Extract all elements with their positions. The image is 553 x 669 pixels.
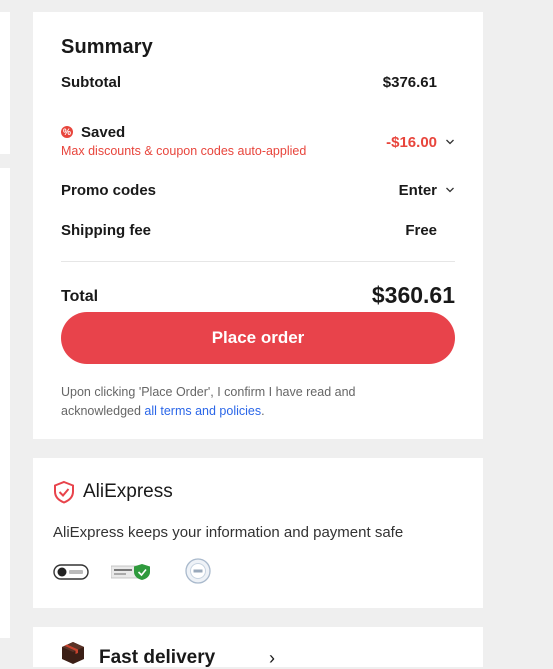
- chevron-right-icon[interactable]: ›: [269, 648, 275, 669]
- left-panel-bottom: [0, 168, 10, 638]
- shipping-fee-label: Shipping fee: [61, 222, 151, 239]
- chevron-down-icon[interactable]: [445, 185, 455, 195]
- summary-divider: [61, 261, 455, 262]
- terms-link[interactable]: all terms and policies: [144, 404, 261, 418]
- subtotal-label: Subtotal: [61, 74, 121, 91]
- saved-note: Max discounts & coupon codes auto-applie…: [61, 144, 307, 158]
- total-value: $360.61: [371, 282, 455, 308]
- secure-badge-icon: [111, 564, 150, 580]
- terms-text: Upon clicking 'Place Order', I confirm I…: [61, 383, 423, 421]
- saved-row[interactable]: % Saved Max discounts & coupon codes aut…: [61, 124, 455, 164]
- left-panel-top: [0, 12, 10, 154]
- subtotal-value: $376.61: [382, 74, 437, 91]
- subtotal-row: Subtotal $376.61: [61, 74, 455, 94]
- total-label: Total: [61, 288, 99, 305]
- saved-label: Saved: [81, 124, 126, 141]
- fast-delivery-label: Fast delivery: [99, 647, 216, 668]
- terms-suffix: .: [261, 404, 265, 418]
- total-row: Total $360.61: [61, 282, 455, 312]
- security-message: AliExpress keeps your information and pa…: [53, 524, 404, 541]
- shipping-fee-row: Shipping fee Free: [61, 222, 455, 242]
- summary-card: Summary Subtotal $376.61 % Saved Max dis…: [33, 12, 483, 439]
- promo-codes-enter[interactable]: Enter: [399, 182, 437, 199]
- promo-codes-row[interactable]: Promo codes Enter: [61, 182, 455, 202]
- place-order-button[interactable]: Place order: [61, 312, 455, 364]
- delivery-box-icon: [62, 642, 84, 664]
- security-badges: [53, 558, 253, 588]
- certification-badge-icon: [185, 558, 211, 584]
- aliexpress-name: AliExpress: [83, 481, 173, 502]
- saved-value: -$16.00: [386, 134, 437, 151]
- payment-badge-icon: [53, 564, 89, 580]
- shipping-fee-value: Free: [405, 222, 437, 239]
- summary-title: Summary: [61, 36, 153, 58]
- chevron-down-icon[interactable]: [445, 137, 455, 147]
- shield-check-icon: [54, 480, 74, 504]
- promo-codes-label: Promo codes: [61, 182, 157, 199]
- coupon-icon: %: [61, 126, 73, 138]
- fast-delivery-card[interactable]: Fast delivery ›: [33, 627, 483, 669]
- security-card: AliExpress AliExpress keeps your informa…: [33, 458, 483, 608]
